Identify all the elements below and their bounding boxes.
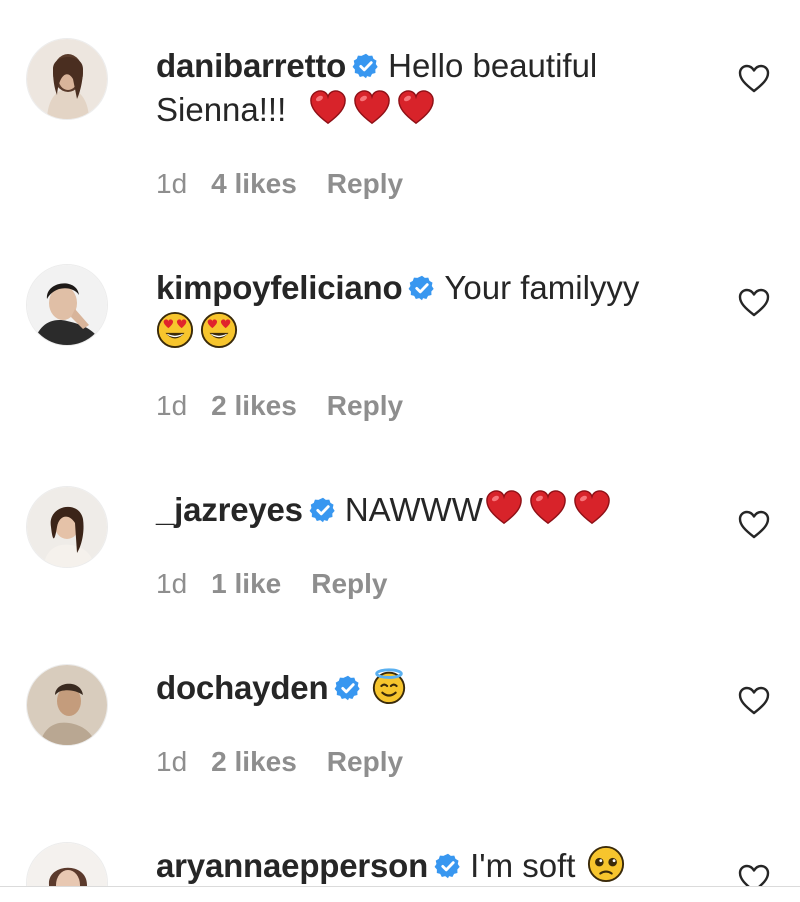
avatar[interactable]	[26, 38, 108, 120]
comment-likes[interactable]: 2 likes	[211, 746, 297, 777]
comment-time[interactable]: 1d	[156, 168, 187, 199]
red-heart-emoji	[529, 489, 567, 527]
avatar[interactable]	[26, 486, 108, 568]
avatar[interactable]	[26, 664, 108, 746]
reply-button[interactable]: Reply	[327, 168, 403, 199]
comment-item: kimpoyfeliciano Your familyyy 1d 2 likes Re…	[0, 222, 800, 442]
reply-button[interactable]: Reply	[311, 568, 387, 599]
comment-time[interactable]: 1d	[156, 568, 187, 599]
comment-username[interactable]: aryannaepperson	[156, 847, 428, 884]
red-heart-emoji	[397, 89, 435, 127]
red-heart-emoji	[309, 89, 347, 127]
comment-time[interactable]: 1d	[156, 390, 187, 421]
comment-text: NAWWW	[344, 491, 483, 528]
comment-text-continued: Sienna!!!	[156, 91, 287, 128]
avatar[interactable]	[26, 842, 108, 886]
comment-username[interactable]: dochayden	[156, 669, 329, 706]
frowning-face-emoji	[587, 845, 625, 883]
comment-username[interactable]: kimpoyfeliciano	[156, 269, 403, 306]
verified-badge-icon	[309, 496, 337, 524]
comment-meta: 1d 2 likes Reply	[156, 746, 433, 778]
verified-badge-icon	[352, 52, 380, 80]
comment-username[interactable]: danibarretto	[156, 47, 346, 84]
bottom-divider	[0, 886, 800, 887]
comment-likes[interactable]: 1 like	[211, 568, 281, 599]
comment-time[interactable]: 1d	[156, 746, 187, 777]
comment-text: Your familyyy	[444, 269, 640, 306]
comment-item: _jazreyes NAWWW 1d 1 like Reply	[0, 444, 800, 620]
heart-eyes-emoji	[200, 311, 238, 349]
heart-outline-icon[interactable]	[738, 510, 770, 540]
comment-item: danibarretto Hello beautiful Sienna!!! 1d…	[0, 0, 800, 220]
avatar[interactable]	[26, 264, 108, 346]
red-heart-emoji	[485, 489, 523, 527]
red-heart-emoji	[353, 89, 391, 127]
verified-badge-icon	[434, 852, 462, 880]
heart-outline-icon[interactable]	[738, 686, 770, 716]
smiling-face-with-halo-emoji	[370, 667, 408, 705]
comment-item: dochayden 1d 2 likes Reply	[0, 622, 800, 800]
comment-likes[interactable]: 2 likes	[211, 390, 297, 421]
comment-item: aryannaepperson I'm soft	[0, 800, 800, 886]
comment-list: danibarretto Hello beautiful Sienna!!! 1d…	[0, 0, 800, 886]
heart-eyes-emoji	[156, 311, 194, 349]
comment-likes[interactable]: 4 likes	[211, 168, 297, 199]
verified-badge-icon	[408, 274, 436, 302]
verified-badge-icon	[334, 674, 362, 702]
reply-button[interactable]: Reply	[327, 390, 403, 421]
comment-username[interactable]: _jazreyes	[156, 491, 303, 528]
comment-meta: 1d 1 like Reply	[156, 568, 417, 600]
comment-meta: 1d 2 likes Reply	[156, 390, 433, 422]
comment-meta: 1d 4 likes Reply	[156, 168, 433, 200]
comment-text: I'm soft	[470, 847, 576, 884]
comment-text: Hello beautiful	[388, 47, 598, 84]
heart-outline-icon[interactable]	[738, 864, 770, 886]
red-heart-emoji	[573, 489, 611, 527]
reply-button[interactable]: Reply	[327, 746, 403, 777]
heart-outline-icon[interactable]	[738, 288, 770, 318]
heart-outline-icon[interactable]	[738, 64, 770, 94]
